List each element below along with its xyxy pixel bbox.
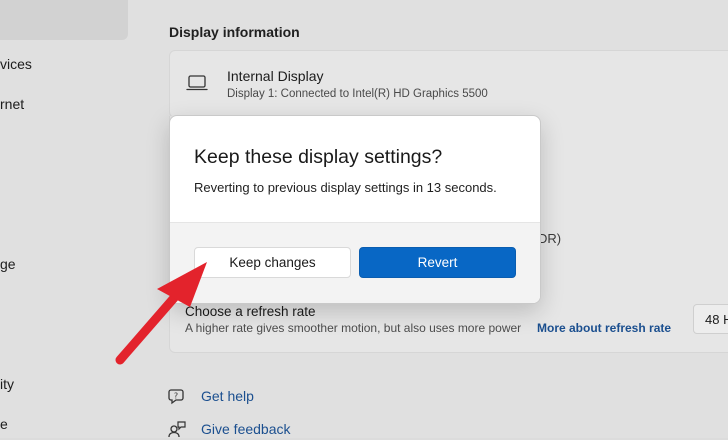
sidebar-selected-item[interactable] [0, 0, 128, 40]
get-help-row[interactable]: ? Get help [168, 385, 254, 407]
display-name: Internal Display [227, 68, 324, 84]
refresh-rate-description: A higher rate gives smoother motion, but… [185, 321, 522, 335]
dialog-title: Keep these display settings? [194, 146, 443, 168]
svg-text:?: ? [174, 392, 178, 401]
feedback-icon [168, 421, 186, 438]
dialog-message: Reverting to previous display settings i… [194, 180, 497, 195]
sidebar-item-accessibility[interactable]: ity [0, 376, 14, 392]
give-feedback-link[interactable]: Give feedback [201, 421, 291, 437]
give-feedback-row[interactable]: Give feedback [168, 418, 291, 440]
section-title: Display information [169, 24, 300, 40]
sidebar-item-internet[interactable]: rnet [0, 96, 24, 112]
laptop-icon [186, 75, 208, 91]
display-hdr-text: DR) [538, 231, 562, 246]
get-help-link[interactable]: Get help [201, 388, 254, 404]
display-info-card[interactable] [169, 50, 728, 118]
keep-settings-dialog: Keep these display settings? Reverting t… [169, 115, 541, 304]
refresh-rate-select[interactable]: 48 H [693, 304, 728, 334]
sidebar-item-devices[interactable]: vices [0, 56, 32, 72]
refresh-rate-link[interactable]: More about refresh rate [537, 321, 671, 335]
revert-button[interactable]: Revert [359, 247, 516, 278]
display-description: Display 1: Connected to Intel(R) HD Grap… [227, 88, 488, 100]
refresh-rate-title: Choose a refresh rate [185, 304, 316, 319]
sidebar-item-language[interactable]: ge [0, 256, 16, 272]
dialog-footer: Keep changes Revert [170, 222, 540, 303]
help-icon: ? [168, 389, 184, 405]
keep-changes-button[interactable]: Keep changes [194, 247, 351, 278]
sidebar-item-update[interactable]: e [0, 416, 8, 432]
